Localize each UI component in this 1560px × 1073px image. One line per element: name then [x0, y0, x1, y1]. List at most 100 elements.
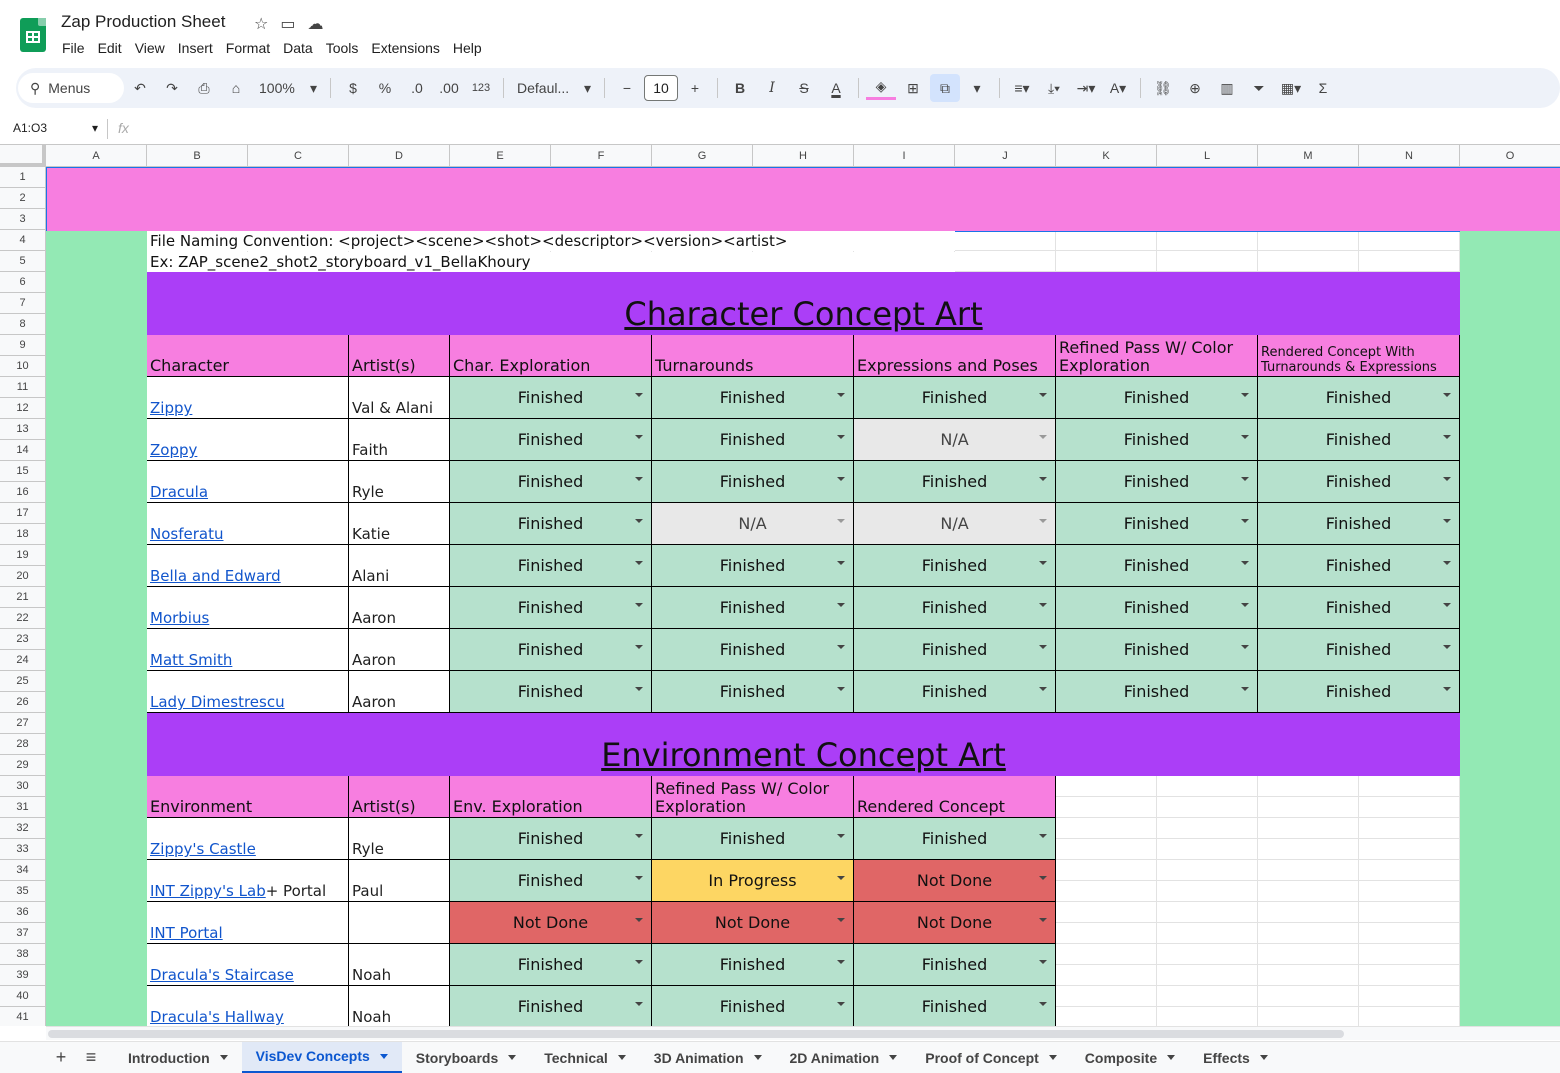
- fill-color-icon[interactable]: ◈: [866, 76, 896, 100]
- grid-cell[interactable]: [1157, 818, 1258, 839]
- chevron-down-icon[interactable]: [635, 834, 643, 838]
- row-header-40[interactable]: 40: [0, 986, 46, 1007]
- strikethrough-icon[interactable]: S: [789, 74, 819, 102]
- chevron-down-icon[interactable]: [1443, 561, 1451, 565]
- chevron-down-icon[interactable]: [837, 561, 845, 565]
- chevron-down-icon[interactable]: [508, 1055, 517, 1060]
- status-dropdown[interactable]: Finished: [854, 545, 1056, 587]
- row-header-17[interactable]: 17: [0, 503, 46, 524]
- status-dropdown[interactable]: Finished: [1056, 545, 1258, 587]
- font-select[interactable]: Defaul... ▾: [511, 74, 597, 102]
- row-header-21[interactable]: 21: [0, 587, 46, 608]
- character-name-cell[interactable]: Nosferatu: [147, 503, 349, 545]
- grid-cell[interactable]: [1056, 902, 1157, 923]
- text-color-icon[interactable]: A: [821, 74, 851, 102]
- environment-name-cell[interactable]: Zippy's Castle: [147, 818, 349, 860]
- chevron-down-icon[interactable]: [635, 960, 643, 964]
- row-header-12[interactable]: 12: [0, 398, 46, 419]
- chevron-down-icon[interactable]: [635, 687, 643, 691]
- chevron-down-icon[interactable]: [1039, 603, 1047, 607]
- status-dropdown[interactable]: Finished: [1258, 503, 1460, 545]
- naming-convention-note[interactable]: File Naming Convention: <project><scene>…: [147, 231, 955, 251]
- grid-cell[interactable]: [1157, 944, 1258, 965]
- row-header-39[interactable]: 39: [0, 965, 46, 986]
- chevron-down-icon[interactable]: [1241, 687, 1249, 691]
- status-dropdown[interactable]: Finished: [1056, 419, 1258, 461]
- status-dropdown[interactable]: Finished: [450, 986, 652, 1026]
- grid-cell[interactable]: [1056, 923, 1157, 944]
- currency-format-button[interactable]: $: [338, 74, 368, 102]
- row-header-24[interactable]: 24: [0, 650, 46, 671]
- character-link[interactable]: Bella and Edward: [150, 567, 281, 585]
- column-header-a[interactable]: A: [46, 145, 147, 167]
- chevron-down-icon[interactable]: [1039, 1002, 1047, 1006]
- row-header-9[interactable]: 9: [0, 335, 46, 356]
- chevron-down-icon[interactable]: [1443, 519, 1451, 523]
- name-box[interactable]: A1:O3 ▾: [13, 121, 98, 135]
- environment-link[interactable]: INT Portal: [150, 924, 223, 942]
- menu-insert[interactable]: Insert: [178, 40, 213, 56]
- row-header-33[interactable]: 33: [0, 839, 46, 860]
- grid-cell[interactable]: [1056, 860, 1157, 881]
- grid-cell[interactable]: [1056, 881, 1157, 902]
- print-icon[interactable]: ⎙: [189, 74, 219, 102]
- chevron-down-icon[interactable]: [1039, 834, 1047, 838]
- row-header-31[interactable]: 31: [0, 797, 46, 818]
- character-name-cell[interactable]: Dracula: [147, 461, 349, 503]
- chevron-down-icon[interactable]: [1039, 876, 1047, 880]
- row-header-13[interactable]: 13: [0, 419, 46, 440]
- zoom-select[interactable]: 100% ▾: [253, 74, 323, 102]
- column-header-f[interactable]: F: [551, 145, 652, 167]
- status-dropdown[interactable]: Finished: [1258, 671, 1460, 713]
- sheet-tab-proof-of-concept[interactable]: Proof of Concept: [911, 1042, 1071, 1073]
- row-header-22[interactable]: 22: [0, 608, 46, 629]
- menu-extensions[interactable]: Extensions: [371, 40, 439, 56]
- chevron-down-icon[interactable]: [379, 1053, 388, 1059]
- grid-cell[interactable]: [1359, 944, 1460, 965]
- status-dropdown[interactable]: Finished: [450, 860, 652, 902]
- chevron-down-icon[interactable]: [1241, 435, 1249, 439]
- character-link[interactable]: Lady Dimestrescu: [150, 693, 285, 711]
- chevron-down-icon[interactable]: [635, 918, 643, 922]
- header-band[interactable]: [46, 167, 1560, 232]
- chevron-down-icon[interactable]: [1443, 687, 1451, 691]
- chevron-down-icon[interactable]: [1241, 477, 1249, 481]
- artist-cell[interactable]: Katie: [349, 503, 450, 545]
- insert-comment-icon[interactable]: ⊕: [1180, 74, 1210, 102]
- environment-link[interactable]: Dracula's Staircase: [150, 966, 294, 984]
- sheet-tab-2d-animation[interactable]: 2D Animation: [776, 1042, 912, 1073]
- chevron-down-icon[interactable]: [635, 477, 643, 481]
- chevron-down-icon[interactable]: [635, 645, 643, 649]
- chevron-down-icon[interactable]: [635, 603, 643, 607]
- text-rotation-icon[interactable]: A▾: [1103, 74, 1133, 102]
- chevron-down-icon[interactable]: [1443, 645, 1451, 649]
- add-sheet-icon[interactable]: +: [46, 1044, 76, 1072]
- status-dropdown[interactable]: Not Done: [450, 902, 652, 944]
- grid-cell[interactable]: [1359, 860, 1460, 881]
- sheet-tab-3d-animation[interactable]: 3D Animation: [640, 1042, 776, 1073]
- chevron-down-icon[interactable]: [837, 876, 845, 880]
- grid-cell[interactable]: [1258, 797, 1359, 818]
- bold-icon[interactable]: B: [725, 74, 755, 102]
- chevron-down-icon[interactable]: [837, 960, 845, 964]
- artist-cell[interactable]: Val & Alani: [349, 377, 450, 419]
- insert-chart-icon[interactable]: ▥: [1212, 74, 1242, 102]
- grid-cell[interactable]: [1157, 251, 1258, 272]
- status-dropdown[interactable]: Finished: [854, 377, 1056, 419]
- status-dropdown[interactable]: Finished: [652, 986, 854, 1026]
- insert-link-icon[interactable]: ⛓: [1148, 74, 1178, 102]
- chevron-down-icon[interactable]: [1259, 1055, 1268, 1060]
- menu-file[interactable]: File: [62, 40, 85, 56]
- grid-cell[interactable]: [1359, 902, 1460, 923]
- chevron-down-icon[interactable]: [837, 603, 845, 607]
- character-link[interactable]: Dracula: [150, 483, 208, 501]
- column-header-h[interactable]: H: [753, 145, 854, 167]
- grid-cell[interactable]: [1258, 776, 1359, 797]
- grid-cell[interactable]: [1258, 923, 1359, 944]
- increase-font-size-icon[interactable]: +: [680, 74, 710, 102]
- environment-name-cell[interactable]: INT Portal: [147, 902, 349, 944]
- row-header-15[interactable]: 15: [0, 461, 46, 482]
- row-header-1[interactable]: 1: [0, 167, 46, 188]
- redo-icon[interactable]: ↷: [157, 74, 187, 102]
- grid-cell[interactable]: [1359, 797, 1460, 818]
